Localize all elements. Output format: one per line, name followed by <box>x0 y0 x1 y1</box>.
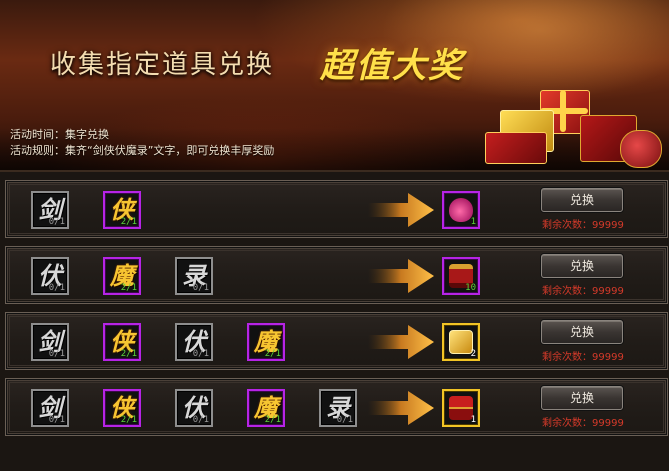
banner-title-highlight: 超值大奖 <box>320 46 464 86</box>
item-slot[interactable]: 录 0/1 <box>175 257 213 295</box>
item-count: 0/1 <box>48 349 65 359</box>
remaining-count: 剩余次数：99999 <box>542 418 624 429</box>
exchange-button[interactable]: 兑换 <box>541 188 623 212</box>
item-slot[interactable]: 剑 0/1 <box>31 191 69 229</box>
gold-giftbox-icon <box>449 330 473 354</box>
pink-pouch-icon <box>449 198 473 222</box>
reward-count: 1 <box>470 217 476 227</box>
activity-rule: 活动规则：集齐“剑侠伏魔录”文字，即可兑换丰厚奖励 <box>10 143 274 159</box>
activity-rule-label: 活动规则： <box>10 144 65 157</box>
item-count: 2/1 <box>264 415 281 425</box>
exchange-row-4: 剑 0/1 侠 2/1 伏 0/1 魔 2/1 录 0/1 1 兑换 剩余次数：99999 <box>5 378 668 436</box>
banner-title: 收集指定道具兑换 <box>50 50 275 80</box>
item-slot[interactable]: 剑 0/1 <box>31 389 69 427</box>
item-slot[interactable]: 剑 0/1 <box>31 323 69 361</box>
item-slot[interactable]: 侠 2/1 <box>103 191 141 229</box>
item-count: 0/1 <box>192 283 209 293</box>
exchange-row-3: 剑 0/1 侠 2/1 伏 0/1 魔 2/1 2 兑换 剩余次数：99999 <box>5 312 668 370</box>
item-slot[interactable]: 伏 0/1 <box>31 257 69 295</box>
item-slot[interactable]: 伏 0/1 <box>175 389 213 427</box>
exchange-button[interactable]: 兑换 <box>541 254 623 278</box>
item-count: 0/1 <box>192 415 209 425</box>
exchange-button[interactable]: 兑换 <box>541 386 623 410</box>
item-count: 2/1 <box>120 415 137 425</box>
item-count: 2/1 <box>264 349 281 359</box>
remaining-count: 剩余次数：99999 <box>542 220 624 231</box>
item-count: 2/1 <box>120 283 137 293</box>
activity-time-value: 集字兑换 <box>65 128 109 141</box>
reward-count: 2 <box>470 349 476 359</box>
remaining-count: 剩余次数：99999 <box>542 352 624 363</box>
item-slot[interactable]: 侠 2/1 <box>103 389 141 427</box>
reward-slot[interactable]: 10 <box>442 257 480 295</box>
exchange-row-1: 剑 0/1 侠 2/1 1 兑换 剩余次数：99999 <box>5 180 668 238</box>
reward-slot[interactable]: 1 <box>442 389 480 427</box>
arrow-right-icon <box>368 325 434 359</box>
arrow-right-icon <box>368 259 434 293</box>
item-slot[interactable]: 魔 2/1 <box>247 323 285 361</box>
event-info: 活动时间：集字兑换 活动规则：集齐“剑侠伏魔录”文字，即可兑换丰厚奖励 <box>10 127 274 159</box>
item-count: 0/1 <box>48 415 65 425</box>
item-slot[interactable]: 魔 2/1 <box>103 257 141 295</box>
gift-pile-image <box>480 80 669 170</box>
activity-rule-value: 集齐“剑侠伏魔录”文字，即可兑换丰厚奖励 <box>65 144 275 157</box>
remaining-count: 剩余次数：99999 <box>542 286 624 297</box>
arrow-right-icon <box>368 391 434 425</box>
item-count: 0/1 <box>192 349 209 359</box>
event-banner: 收集指定道具兑换 超值大奖 活动时间：集字兑换 活动规则：集齐“剑侠伏魔录”文字… <box>0 0 669 172</box>
exchange-row-2: 伏 0/1 魔 2/1 录 0/1 10 兑换 剩余次数：99999 <box>5 246 668 304</box>
item-count: 0/1 <box>336 415 353 425</box>
item-count: 2/1 <box>120 217 137 227</box>
item-count: 0/1 <box>48 283 65 293</box>
item-count: 0/1 <box>48 217 65 227</box>
reward-count: 10 <box>465 283 476 293</box>
item-slot[interactable]: 魔 2/1 <box>247 389 285 427</box>
item-slot[interactable]: 侠 2/1 <box>103 323 141 361</box>
exchange-button[interactable]: 兑换 <box>541 320 623 344</box>
reward-slot[interactable]: 2 <box>442 323 480 361</box>
item-count: 2/1 <box>120 349 137 359</box>
activity-time: 活动时间：集字兑换 <box>10 127 274 143</box>
arrow-right-icon <box>368 193 434 227</box>
item-slot[interactable]: 录 0/1 <box>319 389 357 427</box>
reward-count: 1 <box>470 415 476 425</box>
reward-slot[interactable]: 1 <box>442 191 480 229</box>
red-chest-icon <box>449 396 473 420</box>
activity-time-label: 活动时间： <box>10 128 65 141</box>
item-slot[interactable]: 伏 0/1 <box>175 323 213 361</box>
